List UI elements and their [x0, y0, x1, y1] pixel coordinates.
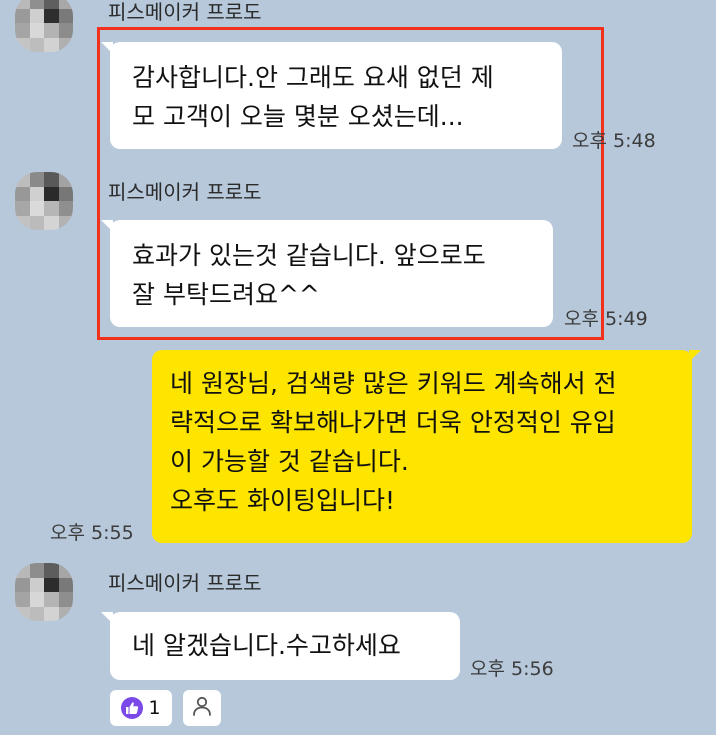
message-time: 오후 5:48: [572, 130, 656, 152]
message-time: 오후 5:56: [470, 658, 554, 680]
sender-avatar[interactable]: [15, 172, 73, 230]
message-bubble[interactable]: 효과가 있는것 같습니다. 앞으로도 잘 부탁드려요^^: [101, 220, 553, 327]
message-bubble[interactable]: 감사합니다.안 그래도 요새 없던 제 모 고객이 오늘 몇분 오셨는데...: [101, 42, 562, 149]
my-message-bubble[interactable]: 네 원장님, 검색량 많은 키워드 계속해서 전 략적으로 확보해나가면 더욱 …: [152, 350, 701, 543]
sender-name: 피스메이커 프로도: [108, 180, 262, 204]
sender-name: 피스메이커 프로도: [108, 571, 262, 595]
message-time: 오후 5:49: [564, 308, 648, 330]
like-count: 1: [148, 697, 161, 719]
like-reaction-button[interactable]: 1: [110, 690, 172, 726]
message-bubble[interactable]: 네 알겠습니다.수고하세요: [101, 612, 460, 680]
sender-name: 피스메이커 프로도: [108, 0, 262, 24]
person-icon: [191, 695, 213, 721]
sender-avatar[interactable]: [15, 563, 73, 621]
thumbs-up-icon: [121, 697, 144, 719]
add-reaction-button[interactable]: [183, 690, 221, 726]
sender-avatar[interactable]: [15, 0, 73, 52]
message-time: 오후 5:55: [50, 522, 134, 544]
